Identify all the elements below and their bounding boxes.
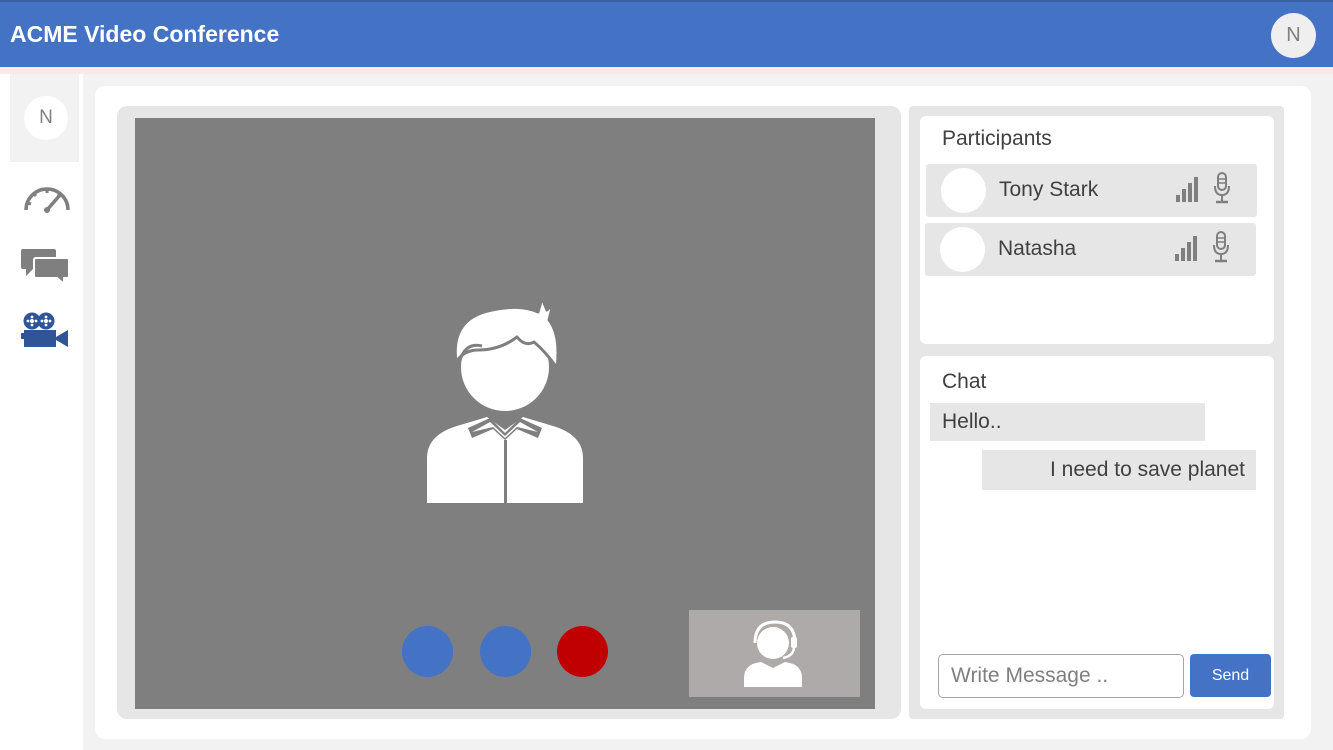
control-button-2[interactable]	[480, 626, 531, 677]
headset-user-icon	[744, 620, 802, 687]
video-camera-icon[interactable]	[20, 311, 72, 351]
chat-bubbles-icon[interactable]	[20, 247, 72, 287]
control-button-1[interactable]	[402, 626, 453, 677]
participant-avatar	[940, 227, 985, 272]
microphone-icon[interactable]	[1212, 172, 1232, 204]
message-input[interactable]	[938, 654, 1184, 698]
self-view-video	[689, 610, 860, 697]
user-avatar[interactable]: N	[1271, 13, 1316, 58]
sidebar-avatar[interactable]: N	[24, 96, 68, 140]
participant-row[interactable]: Tony Stark	[926, 164, 1257, 217]
participant-avatar	[941, 168, 986, 213]
header-divider	[0, 67, 1333, 74]
speedometer-icon[interactable]	[20, 178, 72, 218]
participant-row[interactable]: Natasha	[925, 223, 1256, 276]
end-call-button[interactable]	[557, 626, 608, 677]
user-placeholder-icon	[420, 290, 590, 505]
signal-bars-icon	[1176, 177, 1198, 202]
sidebar	[0, 67, 83, 750]
participant-name: Natasha	[998, 237, 1077, 260]
app-header: ACME Video Conference N	[0, 0, 1333, 67]
microphone-icon[interactable]	[1211, 231, 1231, 263]
chat-message-outgoing: I need to save planet	[982, 450, 1256, 490]
participants-title: Participants	[942, 127, 1052, 150]
signal-bars-icon	[1175, 236, 1197, 261]
chat-title: Chat	[942, 370, 987, 393]
chat-message-incoming: Hello..	[930, 403, 1205, 441]
participant-name: Tony Stark	[999, 178, 1099, 201]
send-button[interactable]: Send	[1190, 654, 1271, 697]
app-title: ACME Video Conference	[10, 21, 280, 47]
